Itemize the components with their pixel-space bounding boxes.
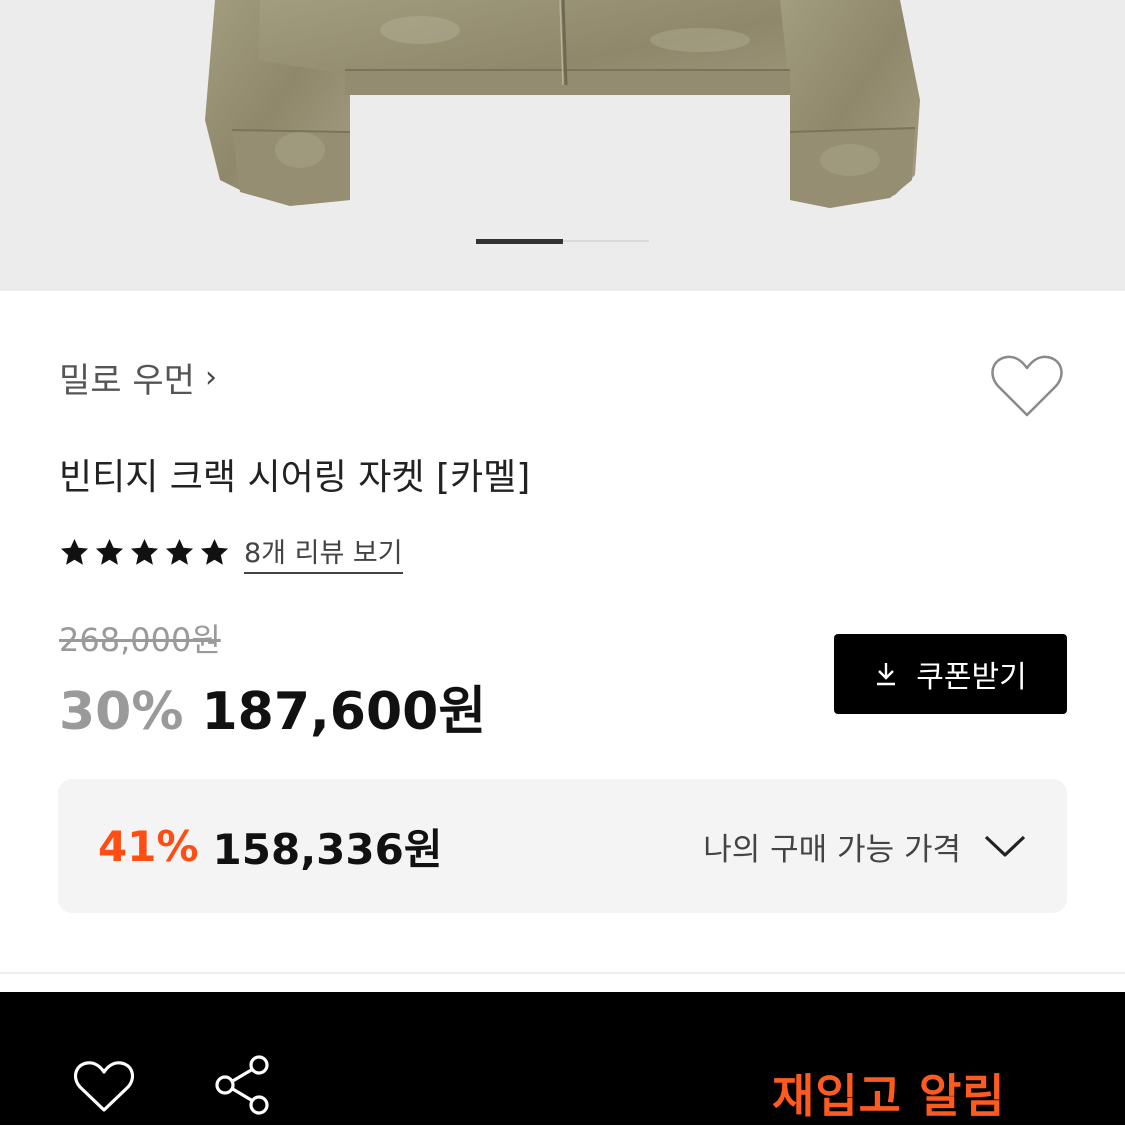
star-icon: [165, 538, 194, 565]
sale-price: 187,600원: [201, 682, 487, 742]
brand-link[interactable]: 밀로 우먼 ›: [59, 353, 217, 402]
star-icon: [130, 538, 159, 565]
bottom-action-bar: 재입고 알림: [0, 992, 1125, 1125]
carousel-thumb: [476, 239, 563, 244]
carousel-indicator: [476, 239, 649, 244]
coupon-button-label: 쿠폰받기: [916, 660, 1027, 695]
product-rating: 8개 리뷰 보기: [59, 531, 403, 574]
product-image: [205, 0, 920, 208]
share-button[interactable]: [212, 1054, 272, 1116]
star-icon: [60, 538, 89, 565]
price-row: 30% 187,600원: [59, 669, 486, 744]
wishlist-button[interactable]: [990, 353, 1064, 419]
bottom-wishlist-button[interactable]: [73, 1060, 135, 1114]
heart-outline-icon: [73, 1061, 135, 1112]
my-price-dropdown[interactable]: 41% 158,336원 나의 구매 가능 가격: [58, 779, 1067, 913]
download-icon: [877, 663, 896, 686]
discount-rate: 30%: [59, 682, 184, 742]
share-icon: [215, 1055, 269, 1115]
star-rating: [59, 537, 230, 568]
original-price: 268,000원: [59, 621, 221, 659]
my-price: 158,336원: [212, 824, 443, 874]
chevron-down-icon: [984, 835, 1026, 857]
star-icon: [95, 538, 124, 565]
section-divider: [0, 972, 1125, 974]
product-title: 빈티지 크랙 시어링 자켓 [카멜]: [59, 457, 531, 498]
chevron-right-icon: ›: [204, 360, 217, 395]
review-link[interactable]: 8개 리뷰 보기: [244, 531, 403, 574]
heart-outline-icon: [991, 355, 1063, 417]
my-price-label: 나의 구매 가능 가격: [703, 831, 961, 868]
brand-name: 밀로 우먼: [59, 361, 195, 401]
coupon-button[interactable]: 쿠폰받기: [834, 634, 1067, 714]
my-discount-rate: 41%: [98, 821, 199, 871]
restock-alert-button[interactable]: 재입고 알림: [772, 1060, 1006, 1126]
product-image-carousel[interactable]: [0, 0, 1125, 291]
product-info: 밀로 우먼 › 빈티지 크랙 시어링 자켓 [카멜] 8개 리뷰 보기 268,…: [0, 291, 1125, 973]
star-icon: [200, 538, 229, 565]
